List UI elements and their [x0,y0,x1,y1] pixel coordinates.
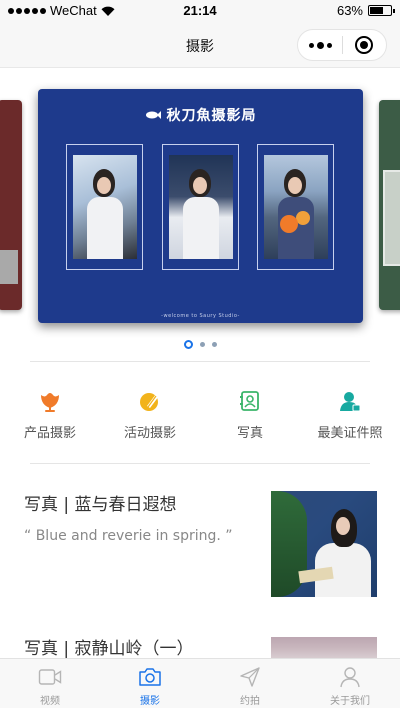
camera-icon [138,665,162,689]
tab-about[interactable]: 关于我们 [300,659,400,708]
video-icon [38,665,62,689]
more-menu-button[interactable] [298,41,342,49]
brand-header: 秋刀魚摄影局 [38,105,363,125]
tab-label: 约拍 [240,696,260,707]
portrait-photo [66,144,143,270]
banner-carousel[interactable]: 秋刀魚摄影局 -welcome to Saury Studio- [0,68,400,358]
tab-label: 摄影 [140,696,160,707]
close-miniprogram-button[interactable] [343,36,386,54]
fish-logo-icon [145,109,161,121]
tab-booking[interactable]: 约拍 [200,659,300,708]
carousel-indicators [0,340,400,349]
divider [30,463,370,464]
portrait-frame-icon [237,388,263,414]
category-label: 最美证件照 [317,426,383,441]
category-label: 活动摄影 [123,426,176,441]
tab-bar: 视频 摄影 约拍 关于我们 [0,658,400,708]
battery-percent: 63% [336,3,363,18]
portrait-photo [162,144,239,270]
prev-slide[interactable] [0,100,22,310]
status-bar: WeChat 21:14 63% [0,0,400,22]
category-portrait[interactable]: 写真 [200,388,300,448]
tab-photography[interactable]: 摄影 [100,659,200,708]
slide-footer: -welcome to Saury Studio- [161,313,240,319]
banner-slide[interactable]: 秋刀魚摄影局 -welcome to Saury Studio- [38,89,363,323]
category-label: 写真 [236,426,263,441]
id-photo-icon [337,388,363,414]
article-thumbnail [271,637,377,658]
next-slide[interactable] [379,100,400,310]
send-icon [238,665,262,689]
category-event[interactable]: 活动摄影 [100,388,200,448]
tab-label: 关于我们 [330,696,370,707]
close-target-icon [355,36,374,54]
article-title: 写真 | 蓝与春日遐想 [24,495,177,515]
nav-bar: 摄影 [0,22,400,68]
battery-icon [368,5,395,16]
tab-label: 视频 [40,696,60,707]
category-product[interactable]: 产品摄影 [0,388,100,448]
user-icon [338,665,362,689]
article-subtitle: “ Blue and reverie in spring. ” [24,528,233,544]
pen-icon [137,388,163,414]
category-id-photo[interactable]: 最美证件照 [300,388,400,448]
flower-icon [37,388,63,414]
divider [30,361,370,362]
category-grid: 产品摄影 活动摄影 写真 最美证件照 [0,388,400,448]
article-title: 写真 | 寂静山岭（一） [24,639,194,659]
miniprogram-capsule [297,29,387,61]
indicator-dot[interactable] [211,342,217,347]
indicator-dot[interactable] [183,340,193,349]
brand-name: 秋刀魚摄影局 [166,108,257,124]
tab-video[interactable]: 视频 [0,659,100,708]
portrait-photo [257,144,334,270]
category-label: 产品摄影 [23,426,76,441]
battery-info: 63% [336,3,395,18]
indicator-dot[interactable] [199,342,205,347]
article-thumbnail [271,491,377,597]
